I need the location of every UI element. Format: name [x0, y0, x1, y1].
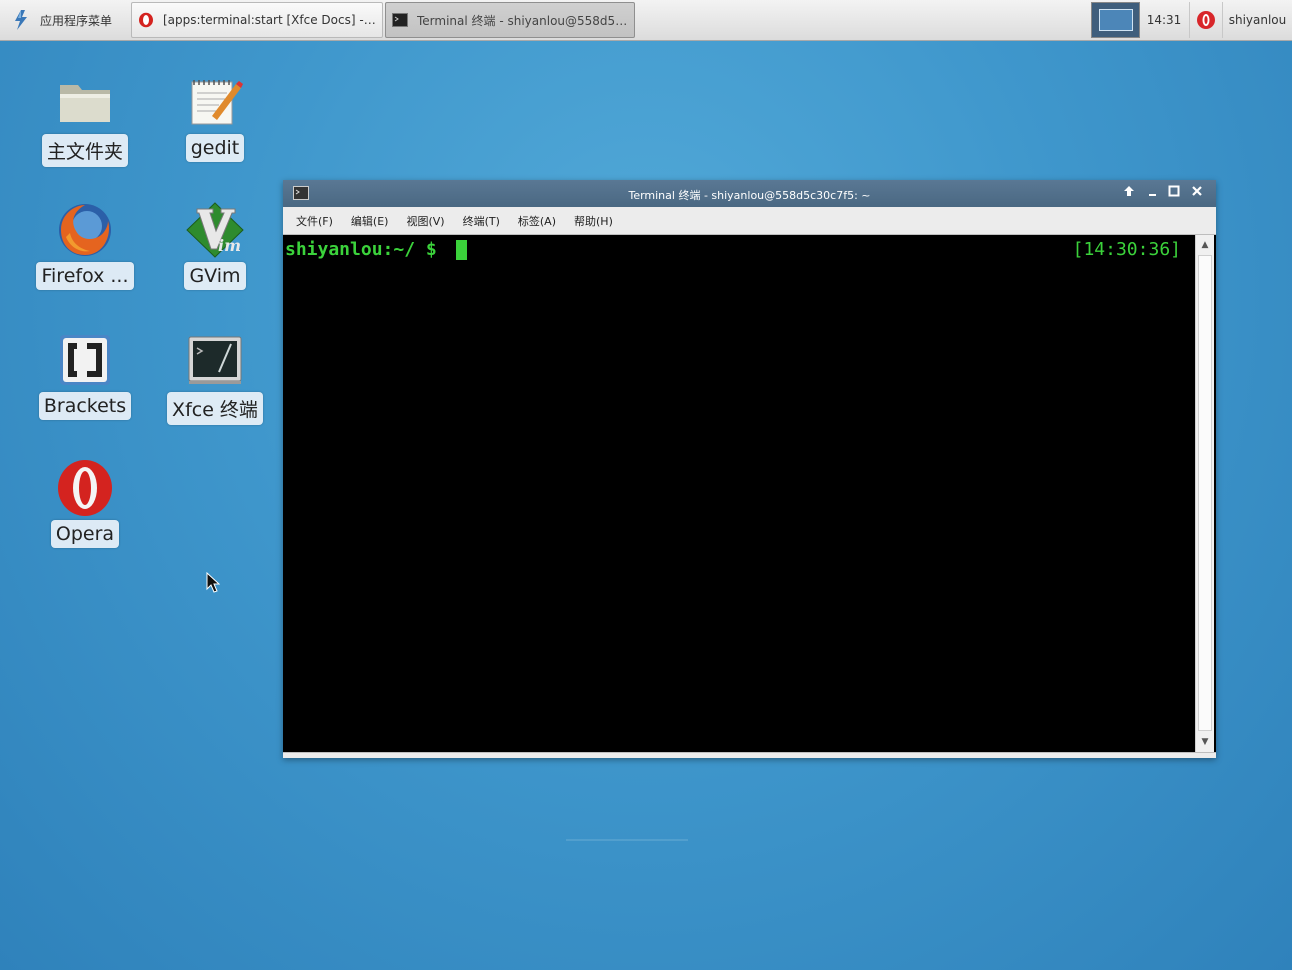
- firefox-icon: [59, 204, 111, 256]
- terminal-icon: [392, 13, 408, 27]
- minimize-button[interactable]: [1144, 185, 1160, 201]
- brackets-icon: [60, 335, 110, 385]
- desktop-icon-xfce-terminal[interactable]: Xfce 终端: [160, 330, 270, 425]
- menu-view[interactable]: 视图(V): [406, 213, 444, 229]
- maximize-icon: [1168, 185, 1180, 197]
- user-menu[interactable]: shiyanlou: [1222, 2, 1292, 38]
- terminal-menubar: 文件(F) 编辑(E) 视图(V) 终端(T) 标签(A) 帮助(H): [283, 207, 1216, 235]
- svg-text:im: im: [218, 236, 241, 255]
- menu-file[interactable]: 文件(F): [296, 213, 333, 229]
- opera-icon: [58, 460, 112, 516]
- desktop-icon-brackets[interactable]: Brackets: [30, 330, 140, 420]
- prompt-timestamp: [14:30:36]: [1072, 239, 1181, 260]
- desktop-icon-gedit[interactable]: gedit: [160, 72, 270, 162]
- opera-icon: [139, 12, 153, 28]
- applications-menu-label: 应用程序菜单: [40, 13, 113, 28]
- minimize-icon: [1149, 194, 1156, 196]
- desktop-icon-gvim[interactable]: im GVim: [160, 200, 270, 290]
- desktop-icon-label: Brackets: [38, 392, 132, 420]
- taskbar-item-opera-docs[interactable]: [apps:terminal:start [Xfce Docs] - Op...: [131, 2, 383, 38]
- taskbar-item-label: Terminal 终端 - shiyanlou@558d5c...: [417, 13, 628, 28]
- text-cursor: [456, 240, 467, 260]
- window-bottom-border[interactable]: [283, 752, 1216, 758]
- taskbar-item-label: [apps:terminal:start [Xfce Docs] - Op...: [163, 13, 376, 27]
- maximize-button[interactable]: [1166, 185, 1182, 201]
- shade-button[interactable]: [1121, 185, 1137, 201]
- mouse-pointer-icon: [206, 572, 220, 593]
- desktop-icon-firefox[interactable]: Firefox ...: [30, 200, 140, 290]
- taskbar-item-terminal[interactable]: Terminal 终端 - shiyanlou@558d5c...: [385, 2, 635, 38]
- scrollbar-thumb[interactable]: [1198, 255, 1212, 731]
- desktop-icon-label: Firefox ...: [36, 262, 134, 290]
- desktop-icon-opera[interactable]: Opera: [30, 458, 140, 548]
- terminal-output[interactable]: shiyanlou:~/ $ [14:30:36]: [285, 235, 1195, 752]
- window-titlebar[interactable]: Terminal 终端 - shiyanlou@558d5c30c7f5: ~: [283, 180, 1216, 207]
- desktop-icon-home-folder[interactable]: 主文件夹: [30, 72, 140, 167]
- scroll-down-icon[interactable]: ▼: [1198, 735, 1212, 749]
- alert-icon: [1196, 11, 1215, 29]
- scroll-up-icon[interactable]: ▲: [1198, 238, 1212, 252]
- arrow-up-icon: [1124, 186, 1134, 196]
- gedit-icon: [191, 80, 243, 125]
- close-icon: [1192, 186, 1202, 196]
- desktop-icon-label: 主文件夹: [41, 134, 128, 167]
- menu-terminal[interactable]: 终端(T): [463, 213, 500, 229]
- desktop-artifact: [566, 839, 688, 841]
- menu-help[interactable]: 帮助(H): [574, 213, 613, 229]
- workspace-1[interactable]: [1098, 9, 1133, 31]
- clock[interactable]: 14:31: [1142, 2, 1186, 38]
- xfce-logo-icon: [15, 10, 27, 30]
- notification-button[interactable]: [1189, 2, 1221, 38]
- desktop-icon-label: GVim: [184, 262, 246, 290]
- menu-tabs[interactable]: 标签(A): [518, 213, 556, 229]
- shell-prompt: shiyanlou:~/ $: [285, 239, 448, 260]
- desktop-icon-label: Xfce 终端: [167, 392, 263, 425]
- close-button[interactable]: [1189, 185, 1205, 201]
- window-title: Terminal 终端 - shiyanlou@558d5c30c7f5: ~: [628, 189, 871, 202]
- folder-icon: [60, 85, 110, 122]
- top-panel: 应用程序菜单 [apps:terminal:start [Xfce Docs] …: [0, 0, 1292, 41]
- desktop-icon-label: Opera: [50, 520, 120, 548]
- workspace-switcher[interactable]: [1091, 2, 1140, 38]
- xfce-terminal-icon: [188, 336, 242, 384]
- menu-edit[interactable]: 编辑(E): [351, 213, 389, 229]
- terminal-window[interactable]: Terminal 终端 - shiyanlou@558d5c30c7f5: ~ …: [283, 180, 1216, 758]
- gvim-icon: im: [186, 202, 244, 258]
- terminal-scrollbar[interactable]: ▲ ▼: [1195, 235, 1214, 752]
- desktop-icon-label: gedit: [185, 134, 245, 162]
- applications-menu-button[interactable]: 应用程序菜单: [4, 2, 128, 38]
